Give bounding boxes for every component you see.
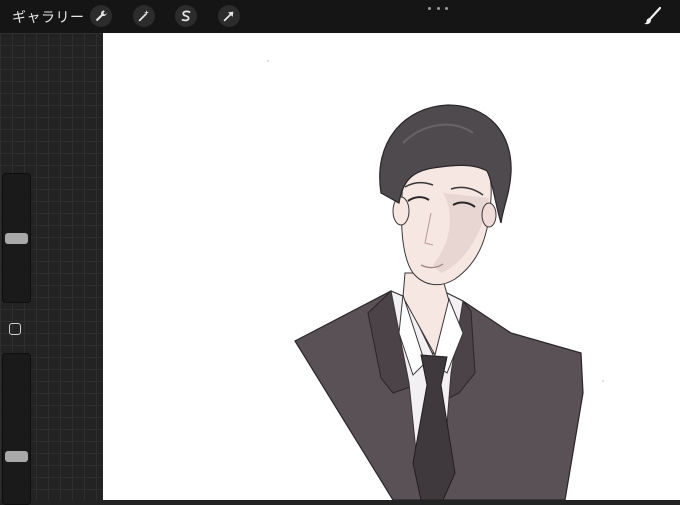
dot bbox=[436, 6, 440, 10]
transform-button[interactable] bbox=[218, 5, 240, 27]
opacity-slider[interactable] bbox=[2, 353, 31, 505]
illustration-man-in-suit bbox=[267, 60, 604, 500]
wrench-icon bbox=[95, 10, 107, 22]
ear-right bbox=[481, 202, 497, 228]
ellipsis-icon[interactable] bbox=[428, 4, 448, 12]
square-icon[interactable] bbox=[9, 323, 21, 335]
magic-wand-icon bbox=[138, 9, 150, 22]
actions-button[interactable] bbox=[90, 5, 112, 27]
drawing-canvas[interactable] bbox=[103, 33, 680, 500]
canvas-speck bbox=[267, 60, 269, 62]
brush-size-thumb[interactable] bbox=[5, 232, 28, 244]
opacity-thumb[interactable] bbox=[5, 450, 28, 462]
brush-size-slider[interactable] bbox=[2, 173, 31, 303]
canvas-speck bbox=[602, 380, 604, 382]
brush-icon[interactable] bbox=[642, 6, 662, 26]
dot bbox=[445, 6, 448, 10]
adjustments-button[interactable] bbox=[133, 5, 155, 27]
selection-s-icon bbox=[181, 10, 191, 22]
gallery-button[interactable]: ギャラリー bbox=[12, 7, 85, 27]
arrow-cursor-icon bbox=[223, 11, 234, 22]
top-toolbar: ギャラリー bbox=[0, 0, 680, 33]
selection-button[interactable] bbox=[175, 5, 197, 27]
left-sidebar bbox=[0, 33, 103, 505]
dot bbox=[428, 6, 431, 10]
